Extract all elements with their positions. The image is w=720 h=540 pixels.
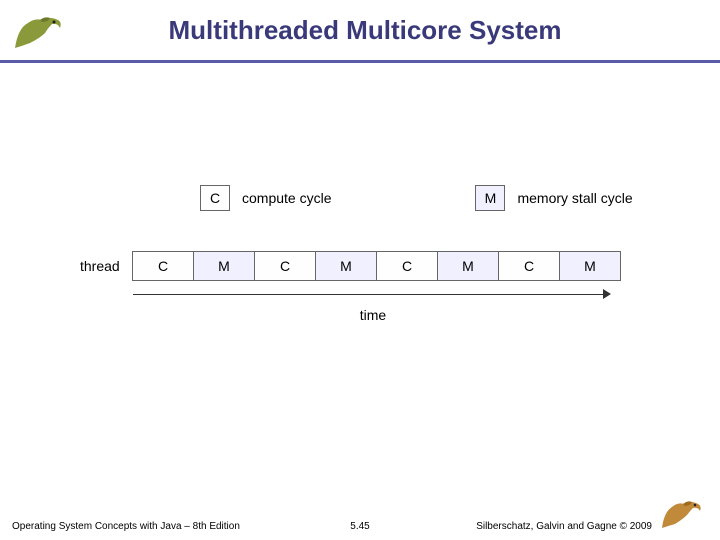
legend-c-label: compute cycle [242, 190, 331, 206]
thread-label: thread [80, 258, 125, 274]
footer-right-text: Silberschatz, Galvin and Gagne © 2009 [476, 521, 652, 532]
legend-m-label: memory stall cycle [517, 190, 632, 206]
timeline-row: thread C M C M C M C M [80, 251, 640, 281]
footer-left-text: Operating System Concepts with Java – 8t… [12, 521, 350, 532]
time-label: time [133, 307, 613, 323]
footer-page-number: 5.45 [350, 521, 369, 532]
legend-m-box: M [475, 185, 505, 211]
timeline-cell: C [254, 251, 316, 281]
legend-c-box: C [200, 185, 230, 211]
timeline-cell: M [315, 251, 377, 281]
timeline-cell: C [132, 251, 194, 281]
footer: Operating System Concepts with Java – 8t… [0, 494, 720, 532]
dinosaur-right-icon [658, 494, 708, 532]
header: Multithreaded Multicore System [0, 0, 720, 60]
header-divider [0, 60, 720, 63]
timeline-cell: C [498, 251, 560, 281]
legend: C compute cycle M memory stall cycle [200, 185, 640, 211]
time-arrow [133, 289, 613, 301]
dinosaur-left-icon [10, 8, 70, 53]
timeline-cell: C [376, 251, 438, 281]
timeline-cell: M [193, 251, 255, 281]
timeline-cell: M [559, 251, 621, 281]
timeline-cell: M [437, 251, 499, 281]
page-title: Multithreaded Multicore System [70, 15, 710, 46]
diagram: C compute cycle M memory stall cycle thr… [80, 185, 640, 323]
